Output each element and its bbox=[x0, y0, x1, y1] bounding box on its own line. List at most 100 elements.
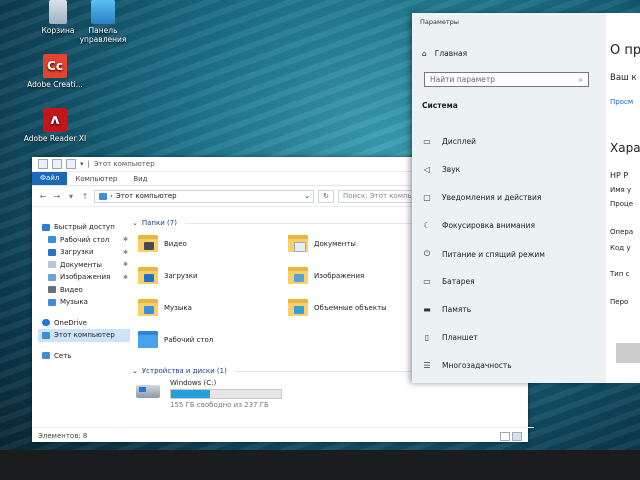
address-bar[interactable]: › Этот компьютер ⌄ bbox=[94, 189, 314, 203]
qat-dropdown-icon[interactable]: ▾ bbox=[80, 160, 84, 168]
copy-button[interactable] bbox=[616, 343, 640, 363]
home-label: Главная bbox=[434, 49, 468, 58]
spec-label: Код у bbox=[610, 244, 631, 252]
settings-home-link[interactable]: ⌂ Главная bbox=[422, 49, 467, 58]
folder-videos[interactable]: Видео bbox=[138, 235, 187, 252]
settings-item-tablet[interactable]: ▯ Планшет bbox=[422, 333, 478, 342]
settings-item-power[interactable]: ⏻ Питание и спящий режим bbox=[422, 249, 545, 259]
tab-computer[interactable]: Компьютер bbox=[67, 175, 125, 183]
video-icon bbox=[48, 286, 56, 294]
download-icon bbox=[48, 248, 56, 256]
folder-icon bbox=[138, 299, 158, 316]
nav-item-videos[interactable]: Видео bbox=[38, 284, 130, 297]
adobe-reader-shortcut[interactable]: ʌ Adobe Reader XI bbox=[20, 108, 90, 143]
folder-icon bbox=[288, 235, 308, 252]
home-icon: ⌂ bbox=[422, 49, 427, 58]
nav-label: Быстрый доступ bbox=[54, 223, 115, 232]
folder-documents[interactable]: Документы bbox=[288, 235, 356, 252]
settings-item-sound[interactable]: ◁ Звук bbox=[422, 165, 460, 174]
drive-name: Windows (C:) bbox=[170, 379, 217, 387]
nav-item-music[interactable]: Музыка bbox=[38, 296, 130, 309]
refresh-button[interactable]: ↻ bbox=[318, 189, 334, 203]
folder-label: Документы bbox=[314, 239, 356, 248]
adobe-cc-icon: Cc bbox=[43, 54, 67, 78]
folder-icon bbox=[138, 235, 158, 252]
folder-music[interactable]: Музыка bbox=[138, 299, 192, 316]
up-button[interactable]: ↑ bbox=[80, 192, 90, 201]
nav-network[interactable]: Сеть bbox=[38, 350, 130, 363]
about-link[interactable]: Просм bbox=[610, 98, 633, 106]
device-model: HP P bbox=[610, 171, 629, 180]
folder-label: Музыка bbox=[164, 303, 192, 312]
document-icon bbox=[48, 261, 56, 269]
nav-label: Изображения bbox=[60, 273, 111, 282]
settings-item-storage[interactable]: ▬ Память bbox=[422, 305, 471, 314]
settings-window: Параметры ⌂ Главная Найти параметр ⌕ Сис… bbox=[412, 13, 640, 383]
properties-icon[interactable] bbox=[52, 159, 62, 169]
settings-item-label: Память bbox=[442, 305, 472, 314]
moon-icon: ☾ bbox=[423, 221, 431, 230]
settings-item-focus-assist[interactable]: ☾ Фокусировка внимания bbox=[422, 221, 535, 230]
nav-onedrive[interactable]: OneDrive bbox=[38, 317, 130, 330]
settings-item-multitasking[interactable]: ☰ Многозадачность bbox=[422, 361, 511, 370]
monitor-icon: ▭ bbox=[423, 137, 431, 146]
about-heading: О пр bbox=[610, 43, 640, 58]
adobe-cc-shortcut[interactable]: Cc Adobe Creati... bbox=[20, 54, 90, 89]
chevron-down-icon[interactable]: ⌄ bbox=[304, 192, 313, 200]
computer-icon bbox=[42, 331, 50, 339]
settings-item-label: Дисплей bbox=[442, 137, 477, 146]
nav-this-pc[interactable]: Этот компьютер bbox=[38, 329, 130, 342]
folder-pictures[interactable]: Изображения bbox=[288, 267, 364, 284]
folder-3d-objects[interactable]: Объемные объекты bbox=[288, 299, 387, 316]
pin-icon: ✱ bbox=[122, 248, 128, 256]
tab-file[interactable]: Файл bbox=[32, 172, 68, 185]
forward-button[interactable]: → bbox=[52, 192, 62, 201]
spec-label: Проце bbox=[610, 200, 634, 208]
tab-view[interactable]: Вид bbox=[125, 175, 155, 183]
settings-item-display[interactable]: ▭ Дисплей bbox=[422, 137, 476, 146]
nav-label: Этот компьютер bbox=[54, 331, 115, 340]
explorer-app-icon bbox=[38, 159, 48, 169]
chevron-down-icon: ⌄ bbox=[132, 367, 138, 375]
folder-icon bbox=[288, 267, 308, 284]
drive-c[interactable]: Windows (C:) 155 ГБ свободно из 237 ГБ bbox=[136, 379, 282, 409]
settings-item-battery[interactable]: ▭ Батарея bbox=[422, 277, 474, 286]
new-folder-icon[interactable] bbox=[66, 159, 76, 169]
nav-label: Рабочий стол bbox=[60, 235, 110, 244]
devices-header-label: Устройства и диски (1) bbox=[141, 367, 227, 375]
tiles-view-icon[interactable] bbox=[512, 432, 522, 441]
drive-usage-bar bbox=[170, 389, 282, 399]
settings-search-input[interactable]: Найти параметр ⌕ bbox=[424, 72, 589, 87]
specs-heading: Харак bbox=[610, 141, 640, 155]
cloud-icon bbox=[42, 319, 50, 327]
computer-icon bbox=[99, 192, 107, 200]
folders-header-label: Папки (7) bbox=[141, 219, 177, 227]
folder-label: Рабочий стол bbox=[164, 335, 214, 344]
adobe-cc-label: Adobe Creati... bbox=[27, 80, 83, 89]
nav-item-desktop[interactable]: Рабочий стол ✱ bbox=[38, 234, 130, 247]
explorer-title: Этот компьютер bbox=[93, 160, 155, 168]
back-button[interactable]: ← bbox=[38, 192, 48, 201]
adobe-reader-label: Adobe Reader XI bbox=[23, 134, 87, 143]
spec-label: Перо bbox=[610, 298, 629, 306]
nav-quick-access[interactable]: Быстрый доступ bbox=[38, 221, 130, 234]
settings-title: Параметры bbox=[420, 18, 459, 26]
music-icon bbox=[48, 298, 56, 306]
pin-icon: ✱ bbox=[122, 236, 128, 244]
folder-label: Объемные объекты bbox=[314, 303, 387, 312]
settings-item-label: Фокусировка внимания bbox=[442, 221, 536, 230]
nav-item-pictures[interactable]: Изображения ✱ bbox=[38, 271, 130, 284]
storage-icon: ▬ bbox=[423, 305, 431, 314]
nav-item-documents[interactable]: Документы ✱ bbox=[38, 259, 130, 272]
details-view-icon[interactable] bbox=[500, 432, 510, 441]
folder-desktop[interactable]: Рабочий стол bbox=[138, 331, 213, 348]
settings-search-placeholder: Найти параметр bbox=[430, 75, 495, 84]
settings-item-notifications[interactable]: ▢ Уведомления и действия bbox=[422, 193, 541, 202]
nav-item-downloads[interactable]: Загрузки ✱ bbox=[38, 246, 130, 259]
adobe-reader-icon: ʌ bbox=[43, 108, 67, 132]
nav-label: Загрузки bbox=[60, 248, 94, 257]
control-panel-shortcut[interactable]: Панель управления bbox=[68, 0, 138, 44]
drive-free-text: 155 ГБ свободно из 237 ГБ bbox=[170, 401, 269, 409]
folder-downloads[interactable]: Загрузки bbox=[138, 267, 198, 284]
recent-dropdown-icon[interactable]: ▾ bbox=[66, 192, 76, 201]
